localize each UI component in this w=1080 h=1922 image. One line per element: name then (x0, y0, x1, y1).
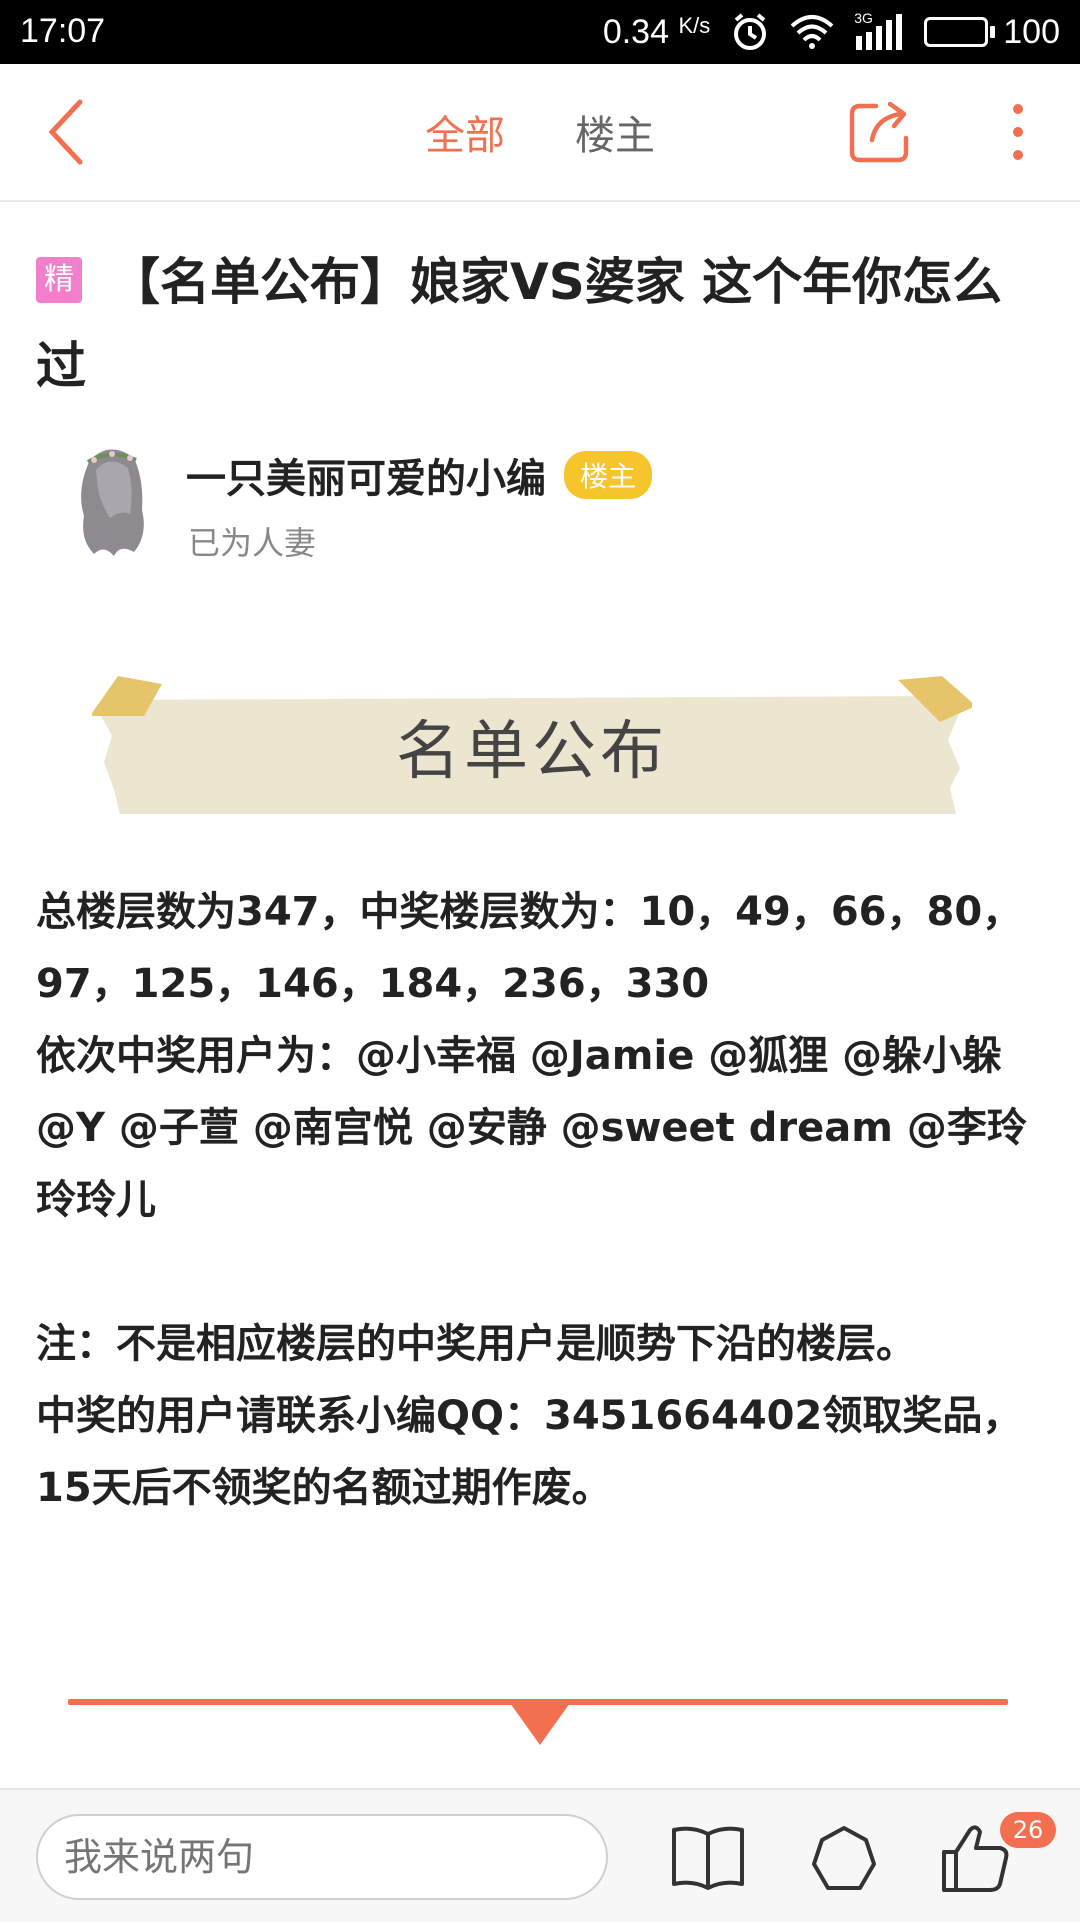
battery-indicator: 100 (924, 13, 1060, 52)
like-count-badge: 26 (1000, 1812, 1056, 1848)
author-name-row: 一只美丽可爱的小编 楼主 (186, 446, 653, 504)
status-bar: 17:07 0.34 K/s 3G 100 (0, 0, 1080, 64)
star-icon[interactable] (804, 1818, 884, 1898)
battery-icon (924, 17, 989, 47)
avatar[interactable] (50, 440, 170, 560)
status-right: 0.34 K/s 3G 100 (603, 10, 1060, 54)
content-paragraph: 注：不是相应楼层的中奖用户是顺势下沿的楼层。 (36, 1321, 916, 1367)
share-icon[interactable] (848, 100, 912, 164)
tab-bar: 全部 楼主 (0, 64, 1080, 200)
post-title-text: 【名单公布】娘家VS婆家 这个年你怎么过 (36, 253, 1003, 395)
battery-level: 100 (1003, 12, 1060, 51)
author-status: 已为人妻 (188, 524, 317, 562)
signal-icon: 3G (854, 10, 904, 52)
wifi-icon (790, 15, 834, 49)
owner-badge: 楼主 (564, 451, 653, 499)
author-row: 一只美丽可爱的小编 楼主 已为人妻 (36, 440, 1036, 570)
author-name[interactable]: 一只美丽可爱的小编 (186, 446, 546, 504)
tab-all[interactable]: 全部 (425, 103, 505, 161)
announcement-banner: 名单公布 (92, 676, 972, 816)
alarm-icon (734, 13, 767, 50)
post-title: 精【名单公布】娘家VS婆家 这个年你怎么过 (36, 240, 1046, 408)
divider-arrow-icon (510, 1703, 570, 1745)
featured-badge: 精 (36, 256, 82, 303)
bottom-action-bar: 26 (0, 1788, 1080, 1922)
more-options-icon[interactable] (1008, 104, 1028, 160)
top-nav-bar: 全部 楼主 (0, 64, 1080, 202)
content-paragraph: 中奖的用户请联系小编QQ：3451664402领取奖品，15天后不领奖的名额过期… (36, 1393, 1023, 1511)
network-speed-value: 0.34 (602, 12, 670, 51)
content-paragraph: 总楼层数为347，中奖楼层数为：10，49，66，80，97，125，146，1… (36, 889, 1023, 1007)
banner-text: 名单公布 (396, 715, 668, 789)
post-content: 总楼层数为347，中奖楼层数为：10，49，66，80，97，125，146，1… (36, 876, 1046, 1524)
content-paragraph: 依次中奖用户为：@小幸福 @Jamie @狐狸 @躲小躲 @Y @子萱 @南宫悦… (36, 1033, 1027, 1223)
network-speed-unit: K/s (678, 12, 711, 38)
network-speed: 0.34 K/s (603, 13, 710, 52)
comment-input[interactable] (36, 1814, 608, 1900)
status-time: 17:07 (20, 12, 106, 50)
tab-owner-only[interactable]: 楼主 (575, 103, 655, 161)
book-icon[interactable] (668, 1818, 748, 1898)
